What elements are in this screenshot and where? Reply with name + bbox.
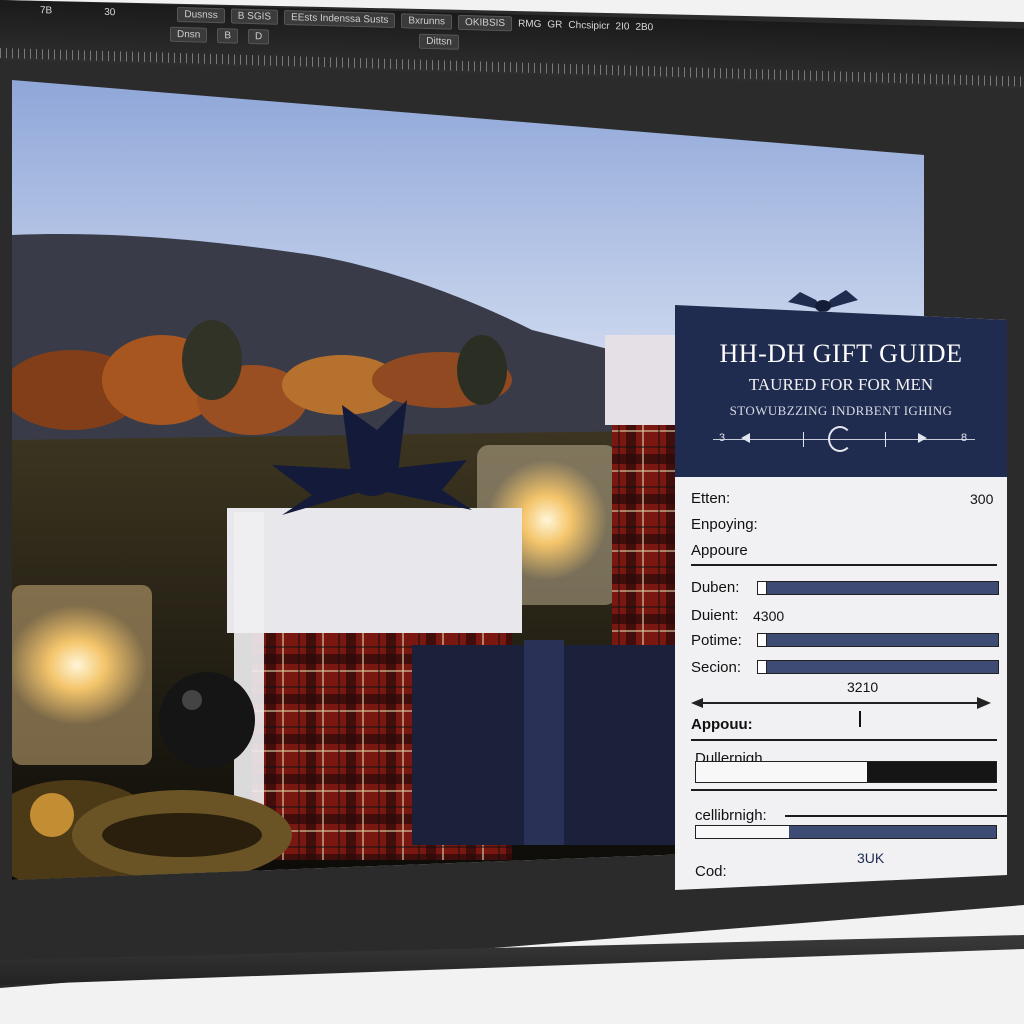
secion-slider[interactable] [757, 660, 999, 674]
toolbar-size-1: 2I0 [615, 21, 630, 33]
arrow-right-icon[interactable] [918, 433, 927, 443]
cod-label: Cod: [695, 863, 727, 880]
potime-slider[interactable] [757, 633, 999, 647]
panel-header: HH-DH GIFT GUIDE TAURED FOR FOR MEN STOW… [675, 305, 1007, 477]
toolbar-number-2: 30 [104, 6, 116, 19]
toolbar-button-b[interactable]: B [217, 28, 239, 44]
appoure-label: Appoure [691, 542, 748, 559]
slider-handle[interactable] [758, 634, 767, 646]
toolbar-button-eests[interactable]: EEsts Indenssa Susts [284, 9, 396, 29]
cod-value: 3UK [857, 850, 885, 866]
toolbar-mode-gr[interactable]: GR [547, 19, 562, 30]
text-cursor [859, 711, 861, 727]
toolbar-button-dnsn[interactable]: Dnsn [170, 26, 208, 43]
toolbar-row-secondary: Dnsn B D Dittsn [170, 26, 459, 50]
arrow-left-icon[interactable] [741, 433, 750, 443]
divider [691, 789, 997, 791]
scale-start-label: 3 [719, 432, 726, 444]
enpoying-label: Enpoying: [691, 516, 758, 533]
toolbar-button-okibsis[interactable]: OKIBSIS [458, 14, 513, 32]
etten-value: 300 [970, 491, 994, 507]
dullernigh-level-bar[interactable] [695, 761, 997, 783]
appouu-label: Appouu: [691, 716, 753, 733]
toolbar-button-bxrunns[interactable]: Bxrunns [401, 13, 453, 30]
divider [691, 564, 997, 566]
cellibrnigh-label: cellibrnigh: [695, 807, 767, 824]
header-tick [803, 432, 804, 447]
gift-guide-panel: HH-DH GIFT GUIDE TAURED FOR FOR MEN STOW… [675, 305, 1007, 890]
level-fill [867, 762, 996, 782]
panel-title: HH-DH GIFT GUIDE [719, 339, 963, 368]
slider-handle[interactable] [758, 582, 767, 594]
toolbar-size-2: 2B0 [635, 21, 654, 34]
rotate-knob-icon[interactable] [828, 426, 852, 452]
duient-label: Duient: [691, 607, 739, 624]
screen: 7B 30 Dusnss B SGIS EEsts Indenssa Susts… [0, 0, 1024, 1024]
divider [691, 739, 997, 741]
toolbar-button-dusnss[interactable]: Dusnss [177, 6, 225, 24]
panel-tagline: STOWUBZZING INDRBENT IGHING [729, 403, 953, 418]
cellibrnigh-level-bar[interactable] [695, 825, 997, 839]
etten-label: Etten: [691, 490, 731, 507]
toolbar-mode-chcsipicr[interactable]: Chcsipicr [568, 20, 609, 32]
arrow-right-icon[interactable] [977, 697, 991, 709]
divider [785, 815, 1007, 817]
secion-label: Secion: [691, 659, 742, 676]
potime-label: Potime: [691, 632, 742, 649]
arrow-left-icon[interactable] [691, 698, 703, 708]
header-tick [885, 432, 886, 447]
range-arrow-line [703, 702, 979, 704]
panel-subtitle: TAURED FOR FOR MEN [748, 375, 934, 394]
slider-handle[interactable] [758, 661, 767, 673]
toolbar-button-dittsn[interactable]: Dittsn [419, 33, 459, 50]
range-value: 3210 [847, 679, 879, 695]
duben-slider[interactable] [757, 581, 999, 595]
scale-end-label: 8 [961, 432, 968, 444]
level-fill [789, 826, 996, 838]
ribbon-bow-icon [788, 290, 858, 312]
toolbar-button-sgis[interactable]: B SGIS [230, 8, 279, 25]
duient-value: 4300 [753, 608, 785, 624]
toolbar-number-1: 7B [40, 5, 53, 17]
toolbar-mode-rmg[interactable]: RMG [518, 18, 541, 30]
toolbar-button-d[interactable]: D [248, 28, 270, 45]
duben-label: Duben: [691, 579, 740, 596]
